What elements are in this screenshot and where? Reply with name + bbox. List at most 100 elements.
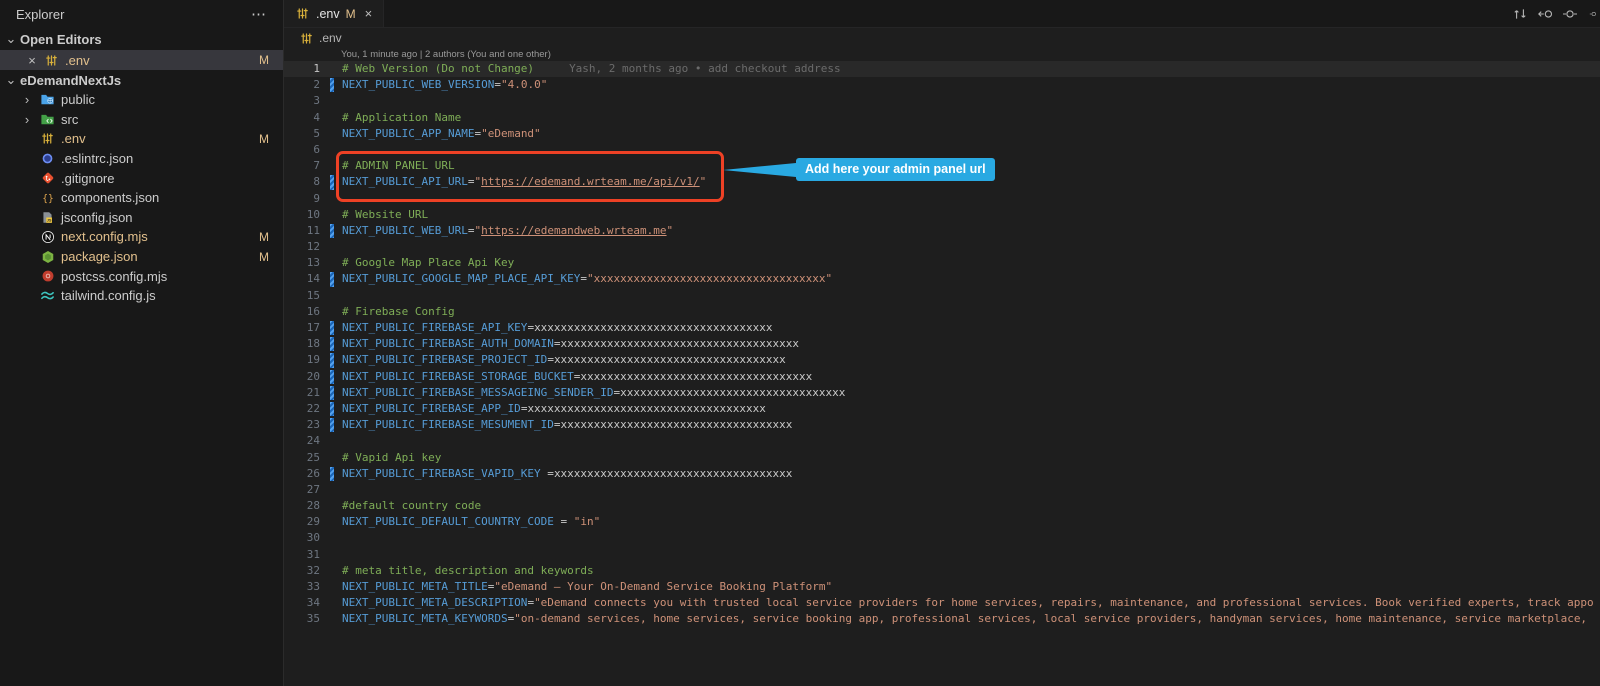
line-number[interactable]: 30 — [284, 530, 320, 546]
line-number[interactable]: 2 — [284, 77, 320, 93]
code-line[interactable]: 1 # Web Version (Do not Change) Yash, 2 mo… — [284, 61, 1600, 78]
line-number[interactable]: 14 — [284, 271, 320, 287]
line-number[interactable]: 29 — [284, 514, 320, 530]
tree-file-.env[interactable]: .env M — [0, 129, 283, 149]
compare-changes-icon[interactable] — [1512, 6, 1528, 22]
tree-file-package.json[interactable]: package.json M — [0, 247, 283, 267]
line-number[interactable]: 20 — [284, 369, 320, 385]
code-line[interactable]: 4 # Application Name — [284, 110, 1600, 126]
project-root-header[interactable]: ⌄ eDemandNextJs — [0, 70, 283, 90]
code-line[interactable]: 30 — [284, 530, 1600, 546]
tree-file-jsconfig.json[interactable]: JS jsconfig.json — [0, 208, 283, 228]
code-line[interactable]: 17 NEXT_PUBLIC_FIREBASE_API_KEY=xxxxxxxxx… — [284, 320, 1600, 336]
modified-change-bar[interactable] — [330, 321, 334, 336]
code-line[interactable]: 25 # Vapid Api key — [284, 450, 1600, 466]
tab-env[interactable]: .env M × — [284, 0, 385, 27]
close-icon[interactable]: × — [365, 6, 373, 21]
code-line[interactable]: 15 — [284, 288, 1600, 304]
line-number[interactable]: 26 — [284, 466, 320, 482]
modified-change-bar[interactable] — [330, 466, 334, 481]
code-line[interactable]: 35 NEXT_PUBLIC_META_KEYWORDS="on-demand s… — [284, 611, 1600, 627]
line-number[interactable]: 18 — [284, 336, 320, 352]
code-line[interactable]: 11 NEXT_PUBLIC_WEB_URL="https://edemandwe… — [284, 223, 1600, 239]
more-actions-icon[interactable]: ⋯ — [251, 5, 267, 23]
open-next-change-icon[interactable] — [1562, 6, 1578, 22]
code-line[interactable]: 9 — [284, 191, 1600, 207]
line-number[interactable]: 10 — [284, 207, 320, 223]
modified-change-bar[interactable] — [330, 78, 334, 93]
breadcrumb[interactable]: .env — [284, 28, 1600, 48]
code-line[interactable]: 19 NEXT_PUBLIC_FIREBASE_PROJECT_ID=xxxxxx… — [284, 352, 1600, 368]
tree-file-next.config.mjs[interactable]: next.config.mjs M — [0, 227, 283, 247]
modified-change-bar[interactable] — [330, 223, 334, 239]
url-link[interactable]: https://edemandweb.wrteam.me — [481, 224, 666, 237]
tree-folder-public[interactable]: › public — [0, 90, 283, 110]
line-number[interactable]: 11 — [284, 223, 320, 239]
code-line[interactable]: 28 #default country code — [284, 498, 1600, 514]
open-editor-item[interactable]: × .env M — [0, 50, 283, 70]
line-number[interactable]: 33 — [284, 579, 320, 595]
code-line[interactable]: 2 NEXT_PUBLIC_WEB_VERSION="4.0.0" — [284, 77, 1600, 93]
code-line[interactable]: 24 — [284, 433, 1600, 449]
line-number[interactable]: 16 — [284, 304, 320, 320]
line-number[interactable]: 6 — [284, 142, 320, 158]
line-number[interactable]: 15 — [284, 288, 320, 304]
code-line[interactable]: 26 NEXT_PUBLIC_FIREBASE_VAPID_KEY =xxxxxx… — [284, 466, 1600, 482]
code-line[interactable]: 29 NEXT_PUBLIC_DEFAULT_COUNTRY_CODE = "in… — [284, 514, 1600, 530]
modified-change-bar[interactable] — [330, 385, 334, 400]
line-number[interactable]: 21 — [284, 385, 320, 401]
line-number[interactable]: 28 — [284, 498, 320, 514]
code-line[interactable]: 27 — [284, 482, 1600, 498]
code-line[interactable]: 22 NEXT_PUBLIC_FIREBASE_APP_ID=xxxxxxxxxx… — [284, 401, 1600, 417]
tree-folder-src[interactable]: › src — [0, 110, 283, 130]
line-number[interactable]: 23 — [284, 417, 320, 433]
line-number[interactable]: 13 — [284, 255, 320, 271]
code-line[interactable]: 18 NEXT_PUBLIC_FIREBASE_AUTH_DOMAIN=xxxxx… — [284, 336, 1600, 352]
code-editor[interactable]: You, 1 minute ago | 2 authors (You and o… — [284, 49, 1600, 628]
line-number[interactable]: 27 — [284, 482, 320, 498]
code-line[interactable]: 20 NEXT_PUBLIC_FIREBASE_STORAGE_BUCKET=xx… — [284, 369, 1600, 385]
modified-change-bar[interactable] — [330, 175, 334, 190]
line-number[interactable]: 9 — [284, 191, 320, 207]
code-line[interactable]: 31 — [284, 547, 1600, 563]
tree-file-postcss.config.mjs[interactable]: postcss.config.mjs — [0, 266, 283, 286]
code-line[interactable]: 5 NEXT_PUBLIC_APP_NAME="eDemand" — [284, 126, 1600, 142]
line-number[interactable]: 7 — [284, 158, 320, 174]
code-line[interactable]: 32 # meta title, description and keywords — [284, 563, 1600, 579]
line-number[interactable]: 25 — [284, 450, 320, 466]
code-line[interactable]: 23 NEXT_PUBLIC_FIREBASE_MESUMENT_ID=xxxxx… — [284, 417, 1600, 433]
tree-file-.gitignore[interactable]: .gitignore — [0, 168, 283, 188]
code-line[interactable]: 10 # Website URL — [284, 207, 1600, 223]
line-number[interactable]: 1 — [284, 61, 320, 77]
code-line[interactable]: 16 # Firebase Config — [284, 304, 1600, 320]
modified-change-bar[interactable] — [330, 418, 334, 433]
modified-change-bar[interactable] — [330, 272, 334, 287]
code-line[interactable]: 33 NEXT_PUBLIC_META_TITLE="eDemand – Your… — [284, 579, 1600, 595]
blame-codelens[interactable]: You, 1 minute ago | 2 authors (You and o… — [341, 49, 1600, 61]
line-number[interactable]: 17 — [284, 320, 320, 336]
code-line[interactable]: 34 NEXT_PUBLIC_META_DESCRIPTION="eDemand … — [284, 595, 1600, 611]
line-number[interactable]: 35 — [284, 611, 320, 627]
code-line[interactable]: 6 — [284, 142, 1600, 158]
open-editors-header[interactable]: ⌄ Open Editors — [0, 28, 283, 50]
code-line[interactable]: 8 NEXT_PUBLIC_API_URL="https://edemand.wr… — [284, 174, 1600, 190]
modified-change-bar[interactable] — [330, 369, 334, 384]
partial-circle-icon[interactable] — [1587, 6, 1596, 22]
line-number[interactable]: 8 — [284, 174, 320, 190]
modified-change-bar[interactable] — [330, 337, 334, 352]
code-line[interactable]: 3 — [284, 93, 1600, 109]
line-number[interactable]: 5 — [284, 126, 320, 142]
line-number[interactable]: 12 — [284, 239, 320, 255]
open-previous-change-icon[interactable] — [1537, 6, 1553, 22]
close-icon[interactable]: × — [26, 53, 38, 68]
tree-file-components.json[interactable]: {} components.json — [0, 188, 283, 208]
tree-file-tailwind.config.js[interactable]: tailwind.config.js — [0, 286, 283, 306]
tree-file-.eslintrc.json[interactable]: .eslintrc.json — [0, 149, 283, 169]
code-line[interactable]: 12 — [284, 239, 1600, 255]
line-number[interactable]: 22 — [284, 401, 320, 417]
line-number[interactable]: 4 — [284, 110, 320, 126]
code-line[interactable]: 14 NEXT_PUBLIC_GOOGLE_MAP_PLACE_API_KEY="… — [284, 271, 1600, 287]
line-number[interactable]: 19 — [284, 352, 320, 368]
code-line[interactable]: 7 # ADMIN PANEL URL — [284, 158, 1600, 174]
modified-change-bar[interactable] — [330, 401, 334, 417]
